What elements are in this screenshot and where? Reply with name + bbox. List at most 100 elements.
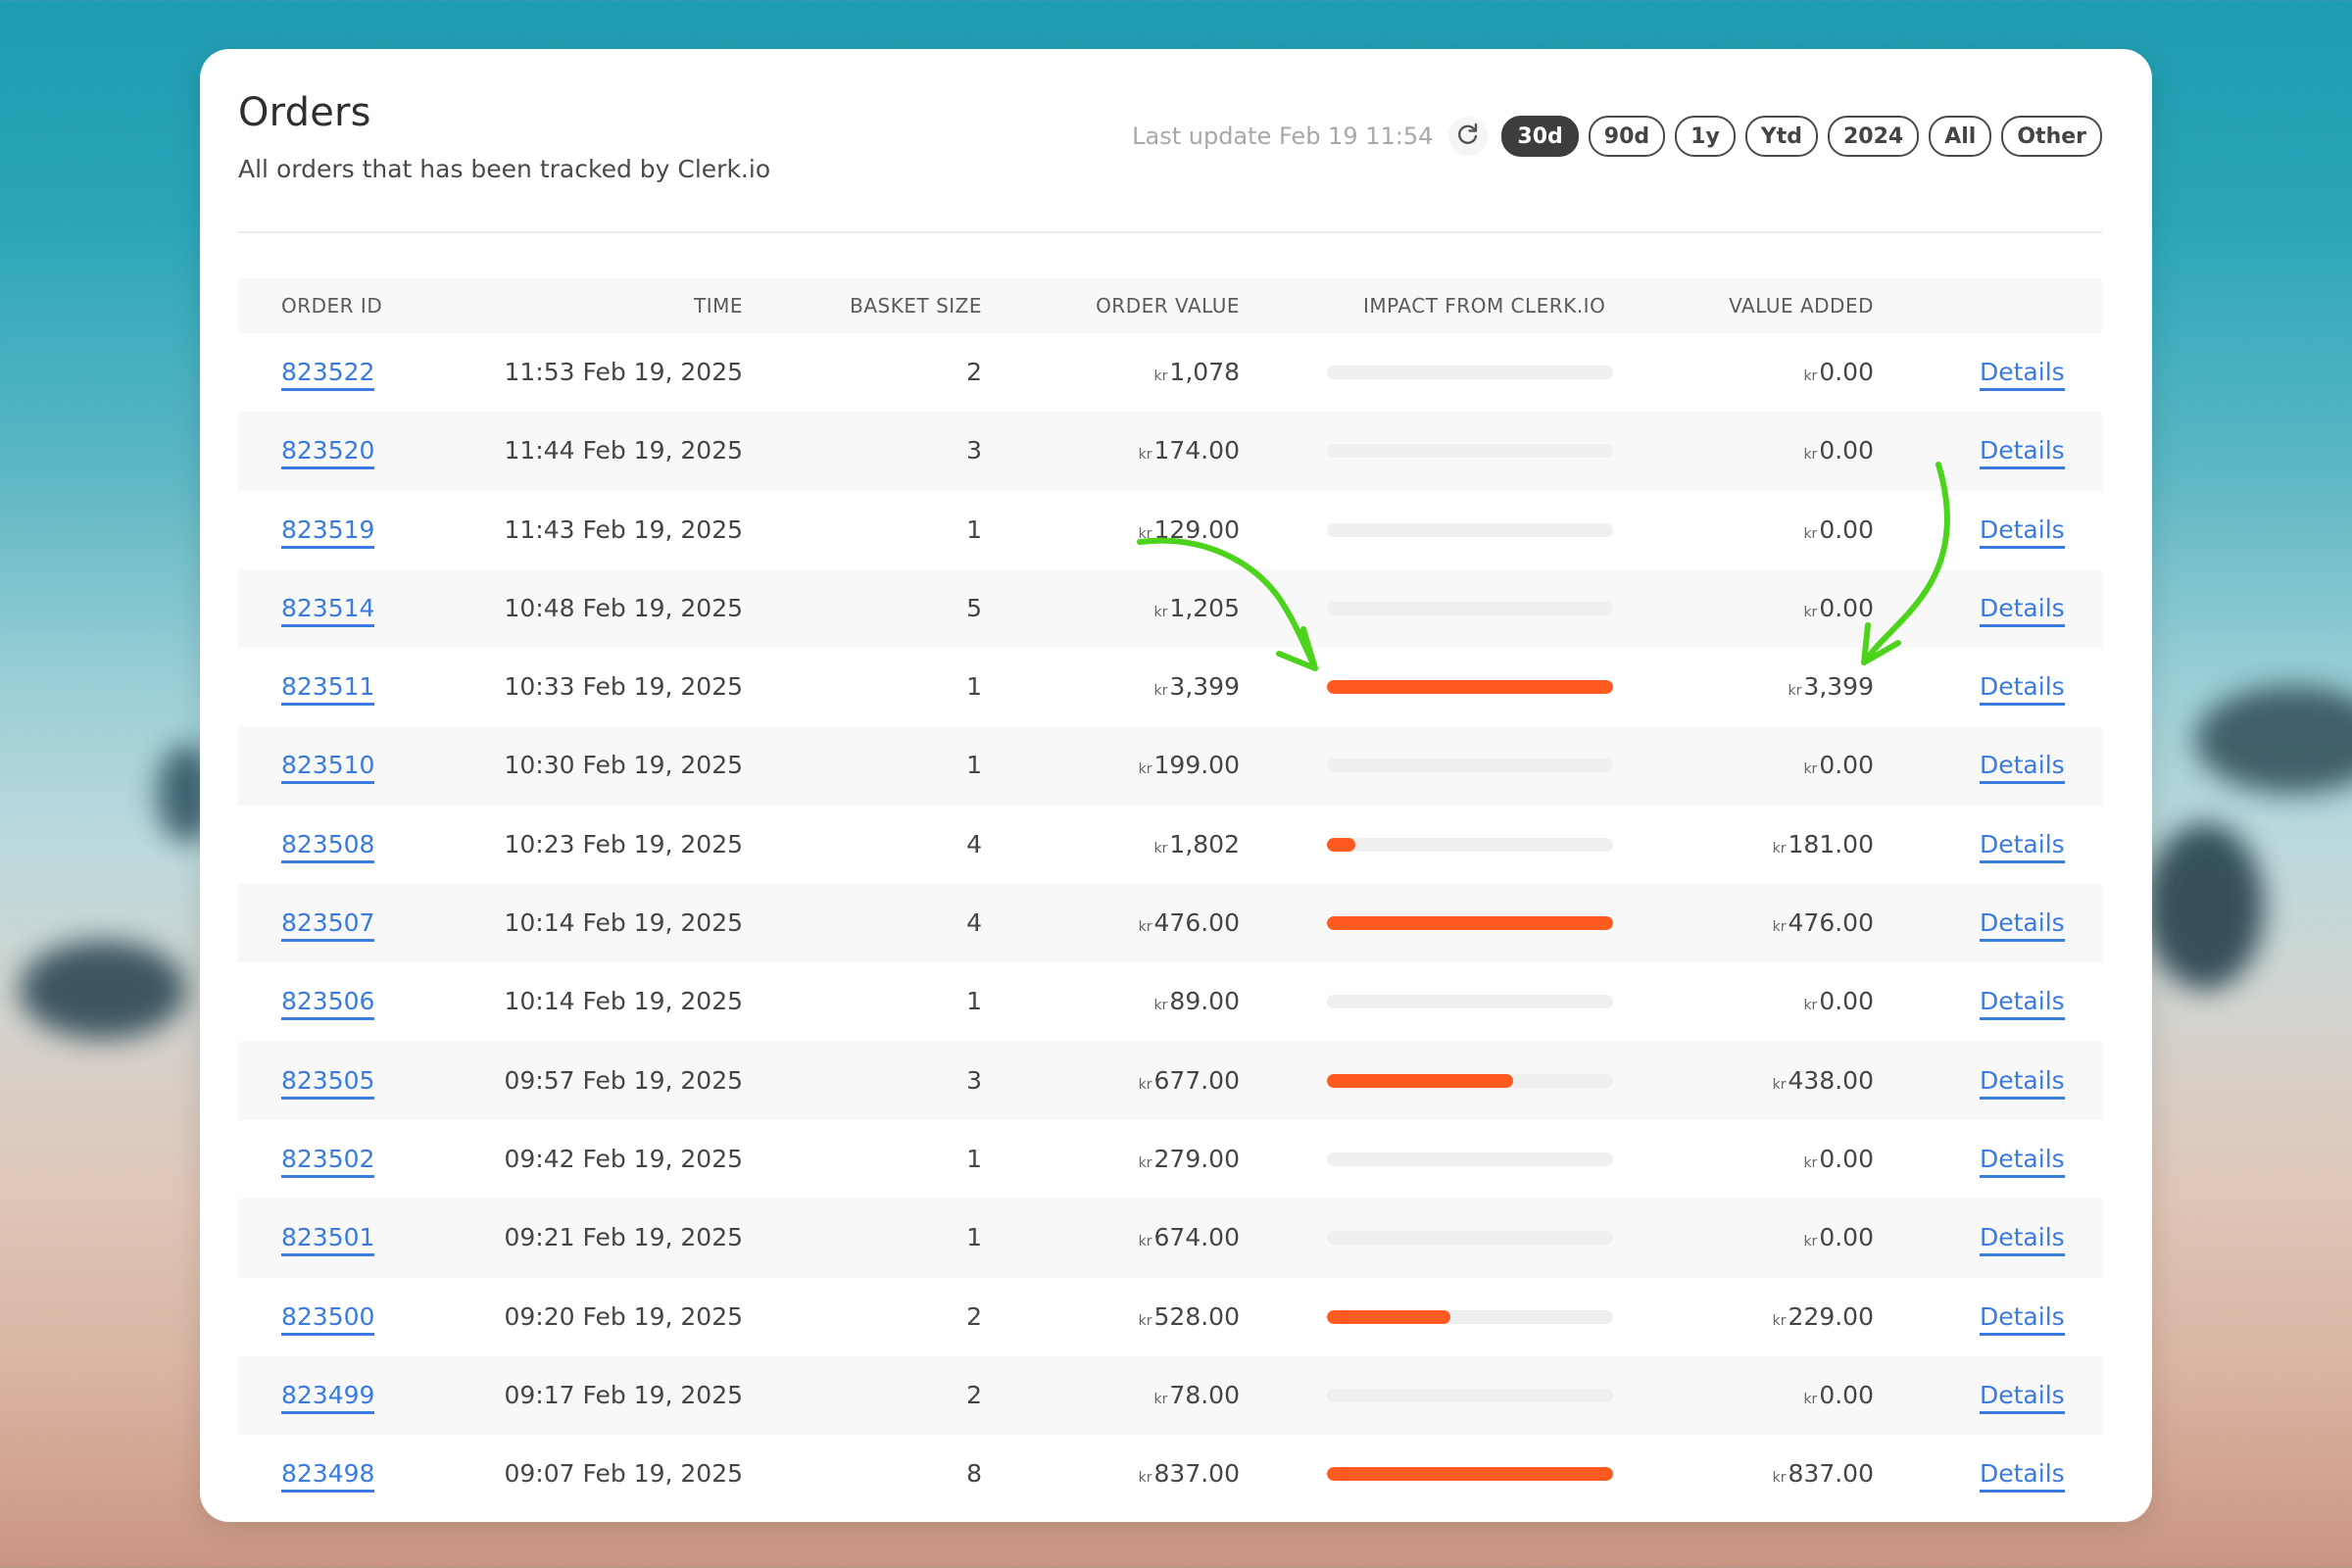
details-link[interactable]: Details [1980, 908, 2065, 943]
order-id-cell: 823500 [281, 1278, 375, 1356]
basket-size-cell: 3 [966, 1065, 982, 1095]
impact-bar [1327, 1231, 1613, 1246]
order-id-cell: 823506 [281, 962, 375, 1041]
currency-symbol: kr [1153, 604, 1168, 620]
basket-size-cell: 2 [966, 1380, 982, 1409]
order-id-link[interactable]: 823511 [281, 672, 375, 707]
order-id-link[interactable]: 823522 [281, 358, 375, 391]
range-pill-all[interactable]: All [1929, 116, 1992, 157]
order-value-cell: kr129.00 [1139, 491, 1240, 569]
details-link[interactable]: Details [1980, 829, 2065, 863]
column-header-order-value[interactable]: ORDER VALUE [1096, 278, 1240, 333]
order-id-cell: 823508 [281, 806, 375, 884]
column-header-time[interactable]: TIME [694, 278, 743, 333]
order-id-link[interactable]: 823519 [281, 514, 375, 549]
order-id-cell: 823511 [281, 648, 375, 726]
details-link[interactable]: Details [1980, 593, 2065, 627]
currency-symbol: kr [1138, 1076, 1152, 1093]
value-added-cell: kr0.00 [1803, 726, 1874, 805]
column-header-basket-size[interactable]: BASKET SIZE [850, 278, 982, 333]
impact-bar [1327, 837, 1613, 852]
impact-bar-fill [1327, 680, 1613, 695]
range-pill-1y[interactable]: 1y [1675, 116, 1736, 157]
currency-symbol: kr [1138, 919, 1152, 936]
order-id-link[interactable]: 823508 [281, 829, 375, 863]
details-link[interactable]: Details [1980, 987, 2065, 1021]
column-header-value-added[interactable]: VALUE ADDED [1729, 278, 1874, 333]
range-pill-90d[interactable]: 90d [1588, 116, 1666, 157]
table-body: 823522 11:53 Feb 19, 2025 2 kr1,078 kr0.00 De… [238, 333, 2102, 1513]
order-id-cell: 823522 [281, 333, 375, 412]
table-row: 823498 09:07 Feb 19, 2025 8 kr837.00 kr837.0… [238, 1435, 2102, 1513]
order-id-link[interactable]: 823514 [281, 593, 375, 627]
order-id-link[interactable]: 823510 [281, 751, 375, 785]
refresh-button[interactable] [1448, 117, 1489, 156]
order-id-link[interactable]: 823520 [281, 436, 375, 470]
range-pill-other[interactable]: Other [2001, 116, 2102, 157]
impact-bar-fill [1327, 1467, 1613, 1482]
column-header-impact[interactable]: IMPACT FROM CLERK.IO [1363, 278, 1605, 333]
order-id-link[interactable]: 823506 [281, 987, 375, 1021]
order-value: 89.00 [1169, 987, 1240, 1016]
order-value-cell: kr1,205 [1154, 569, 1240, 648]
details-link[interactable]: Details [1980, 1065, 2065, 1100]
basket-size-cell: 2 [966, 358, 982, 386]
details-link[interactable]: Details [1980, 1144, 2065, 1178]
currency-symbol: kr [1803, 1154, 1818, 1171]
order-id-link[interactable]: 823507 [281, 908, 375, 943]
page-subtitle: All orders that has been tracked by Cler… [238, 155, 771, 183]
details-link[interactable]: Details [1980, 514, 2065, 549]
order-value-cell: kr677.00 [1139, 1042, 1240, 1120]
details-link[interactable]: Details [1980, 1380, 2065, 1414]
column-header-order-id[interactable]: ORDER ID [281, 278, 382, 333]
range-pill-ytd[interactable]: Ytd [1744, 116, 1818, 157]
time-cell: 10:33 Feb 19, 2025 [504, 672, 743, 702]
details-cell: Details [1980, 648, 2065, 726]
value-added-cell: kr438.00 [1773, 1042, 1874, 1120]
order-id-link[interactable]: 823500 [281, 1301, 375, 1336]
details-link[interactable]: Details [1980, 751, 2065, 785]
impact-bar [1327, 1467, 1613, 1482]
table-header: ORDER ID TIME BASKET SIZE ORDER VALUE IM… [238, 278, 2102, 333]
details-link[interactable]: Details [1980, 1459, 2065, 1494]
order-id-link[interactable]: 823505 [281, 1065, 375, 1100]
impact-bar [1327, 1388, 1613, 1402]
impact-bar [1327, 601, 1613, 615]
value-added: 0.00 [1819, 987, 1874, 1016]
time-cell: 09:07 Feb 19, 2025 [504, 1459, 743, 1489]
order-value: 174.00 [1153, 436, 1240, 466]
details-link[interactable]: Details [1980, 1301, 2065, 1336]
order-id-link[interactable]: 823502 [281, 1144, 375, 1178]
table-row: 823508 10:23 Feb 19, 2025 4 kr1,802 kr181.00… [238, 806, 2102, 884]
currency-symbol: kr [1138, 1234, 1152, 1250]
details-link[interactable]: Details [1980, 436, 2065, 470]
order-id-link[interactable]: 823498 [281, 1459, 375, 1494]
value-added: 3,399 [1803, 672, 1874, 702]
value-added: 229.00 [1788, 1301, 1874, 1331]
time-cell: 11:43 Feb 19, 2025 [504, 514, 743, 544]
order-id-link[interactable]: 823499 [281, 1380, 375, 1414]
order-id-cell: 823502 [281, 1120, 375, 1199]
details-link[interactable]: Details [1980, 1223, 2065, 1257]
details-link[interactable]: Details [1980, 672, 2065, 707]
value-added-cell: kr0.00 [1803, 962, 1874, 1041]
currency-symbol: kr [1153, 998, 1168, 1014]
range-pill-2024[interactable]: 2024 [1828, 116, 1920, 157]
last-update-text: Last update Feb 19 11:54 [1132, 122, 1434, 150]
table-row: 823510 10:30 Feb 19, 2025 1 kr199.00 kr0.00 D… [238, 726, 2102, 806]
order-id-cell: 823505 [281, 1042, 375, 1120]
impact-bar [1327, 1073, 1613, 1088]
currency-symbol: kr [1153, 840, 1168, 857]
details-cell: Details [1980, 333, 2065, 412]
time-cell: 09:42 Feb 19, 2025 [504, 1144, 743, 1173]
range-pill-30d[interactable]: 30d [1501, 116, 1579, 157]
currency-symbol: kr [1803, 761, 1818, 778]
details-cell: Details [1980, 1435, 2065, 1513]
order-id-link[interactable]: 823501 [281, 1223, 375, 1257]
page-title: Orders [238, 90, 371, 135]
currency-symbol: kr [1772, 1076, 1787, 1093]
value-added: 0.00 [1819, 1380, 1874, 1409]
details-link[interactable]: Details [1980, 358, 2065, 391]
impact-bar [1327, 366, 1613, 379]
currency-symbol: kr [1803, 368, 1818, 384]
